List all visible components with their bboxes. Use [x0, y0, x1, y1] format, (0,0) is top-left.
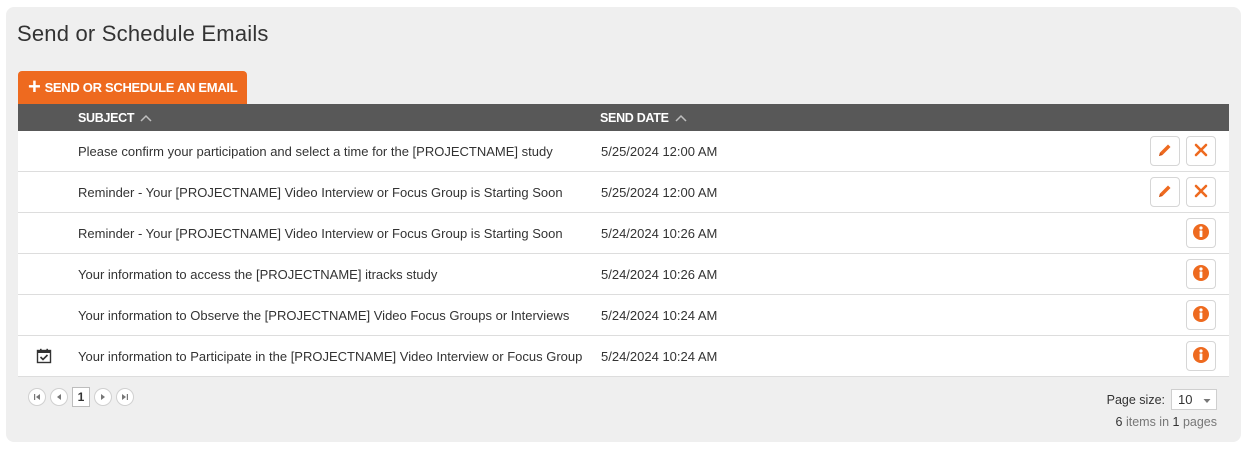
- row-subject: Your information to access the [PROJECTN…: [78, 266, 438, 282]
- info-icon: [1192, 264, 1210, 285]
- row-subject: Reminder - Your [PROJECTNAME] Video Inte…: [78, 184, 563, 200]
- info-icon: [1192, 305, 1210, 326]
- column-header-send-date-label: SEND DATE: [600, 110, 669, 125]
- sort-ascending-icon: [675, 114, 687, 122]
- previous-page-button[interactable]: [50, 388, 68, 406]
- page-size-select[interactable]: 10: [1171, 389, 1217, 410]
- row-send-date: 5/25/2024 12:00 AM: [601, 184, 718, 200]
- info-icon: [1192, 223, 1210, 244]
- emails-panel: Send or Schedule Emails + SEND OR SCHEDU…: [6, 7, 1241, 442]
- emails-grid: SUBJECT SEND DATE Please confirm your pa…: [18, 104, 1229, 377]
- last-page-button[interactable]: [116, 388, 134, 406]
- table-row: Your information to Participate in the […: [18, 336, 1229, 377]
- first-page-button[interactable]: [28, 388, 46, 406]
- table-row: Reminder - Your [PROJECTNAME] Video Inte…: [18, 213, 1229, 254]
- row-subject: Your information to Observe the [PROJECT…: [78, 307, 570, 323]
- info-button[interactable]: [1186, 300, 1216, 330]
- edit-button[interactable]: [1150, 136, 1180, 166]
- edit-button[interactable]: [1150, 177, 1180, 207]
- first-page-icon: [33, 390, 41, 404]
- row-send-date: 5/25/2024 12:00 AM: [601, 143, 718, 159]
- sort-ascending-icon: [140, 114, 152, 122]
- table-row: Reminder - Your [PROJECTNAME] Video Inte…: [18, 172, 1229, 213]
- page-number-button[interactable]: 1: [72, 387, 90, 407]
- delete-button[interactable]: [1186, 136, 1216, 166]
- calendar-check-icon: [36, 336, 56, 376]
- info-icon: [1192, 346, 1210, 367]
- close-icon: [1194, 143, 1208, 160]
- items-info: 6 items in 1 pages: [1116, 415, 1217, 429]
- next-page-icon: [99, 390, 107, 404]
- info-button[interactable]: [1186, 259, 1216, 289]
- column-header-subject[interactable]: SUBJECT: [78, 104, 152, 131]
- table-row: Your information to Observe the [PROJECT…: [18, 295, 1229, 336]
- items-count: 6: [1115, 415, 1123, 429]
- send-or-schedule-email-button[interactable]: + SEND OR SCHEDULE AN EMAIL: [18, 71, 248, 104]
- plus-icon: +: [28, 73, 41, 99]
- table-row: Please confirm your participation and se…: [18, 131, 1229, 172]
- delete-button[interactable]: [1186, 177, 1216, 207]
- column-header-send-date[interactable]: SEND DATE: [600, 104, 687, 131]
- previous-page-icon: [55, 390, 63, 404]
- row-send-date: 5/24/2024 10:24 AM: [601, 348, 718, 364]
- page-size-label: Page size:: [1106, 392, 1165, 407]
- row-send-date: 5/24/2024 10:26 AM: [601, 266, 718, 282]
- close-icon: [1194, 184, 1208, 201]
- next-page-button[interactable]: [94, 388, 112, 406]
- pager: 1 Page size: 10 6 items in 1 pages: [18, 379, 1229, 429]
- grid-header: SUBJECT SEND DATE: [18, 104, 1229, 131]
- pencil-icon: [1157, 142, 1173, 161]
- last-page-icon: [121, 390, 129, 404]
- pencil-icon: [1157, 183, 1173, 202]
- page-size-control: Page size: 10: [1107, 389, 1217, 410]
- row-send-date: 5/24/2024 10:24 AM: [601, 307, 718, 323]
- column-header-subject-label: SUBJECT: [78, 110, 135, 125]
- chevron-down-icon: [1203, 392, 1211, 407]
- info-button[interactable]: [1186, 218, 1216, 248]
- row-send-date: 5/24/2024 10:26 AM: [601, 225, 718, 241]
- row-subject: Please confirm your participation and se…: [78, 143, 553, 159]
- pages-suffix-text: pages: [1179, 415, 1217, 429]
- row-subject: Reminder - Your [PROJECTNAME] Video Inte…: [78, 225, 563, 241]
- info-button[interactable]: [1186, 341, 1216, 371]
- row-subject: Your information to Participate in the […: [78, 348, 583, 364]
- table-row: Your information to access the [PROJECTN…: [18, 254, 1229, 295]
- page-title: Send or Schedule Emails: [17, 21, 269, 46]
- send-or-schedule-email-label: SEND OR SCHEDULE AN EMAIL: [44, 80, 238, 95]
- items-mid-text: items in: [1122, 415, 1173, 429]
- page-size-value: 10: [1178, 392, 1193, 407]
